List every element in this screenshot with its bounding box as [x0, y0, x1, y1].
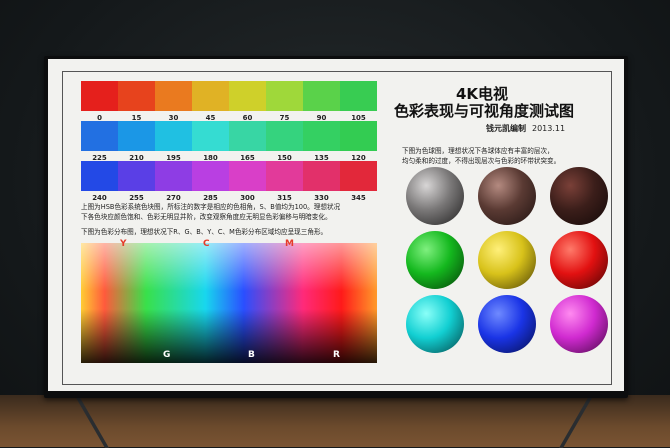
hue-swatch-105 — [340, 81, 377, 111]
color-sphere — [478, 295, 536, 353]
sphere-note-line-1: 下图为色球图，理想状况下各球体应有丰富的层次， — [402, 147, 554, 155]
hue-swatch-300 — [229, 161, 266, 191]
sphere-note-line-2: 均匀柔和的过度，不得出现层次与色彩的环带状突变。 — [402, 157, 561, 165]
color-sphere — [478, 231, 536, 289]
color-sphere — [406, 295, 464, 353]
hsb-note-line-1: 上图为HSB色彩系统色块图，所标注的数字是相应的色相角，S、B值均为100。理想… — [81, 203, 341, 211]
label-c: C — [203, 239, 210, 249]
color-distribution-map — [81, 243, 377, 363]
color-sphere — [550, 167, 608, 225]
distribution-note: 下图为色彩分布图，理想状况下R、G、B、Y、C、M色彩分布区域均应呈现三角形。 — [81, 228, 328, 236]
hue-swatch-165 — [229, 121, 266, 151]
color-sphere — [478, 167, 536, 225]
hue-swatch-285 — [192, 161, 229, 191]
hue-bar-row-3 — [81, 161, 377, 191]
hue-labels-row-3: 240 255 270 285 300 315 330 345 — [81, 194, 377, 202]
hue-label: 315 — [277, 194, 292, 202]
hue-swatch-120 — [340, 121, 377, 151]
hue-swatch-135 — [303, 121, 340, 151]
color-sphere — [406, 231, 464, 289]
tv-set: 0 15 30 45 60 75 90 105 225 210 195 180 165 150 135 12… — [44, 56, 628, 398]
hue-swatch-30 — [155, 81, 192, 111]
hue-label: 240 — [92, 194, 107, 202]
hue-swatch-315 — [266, 161, 303, 191]
hue-swatch-60 — [229, 81, 266, 111]
hue-swatch-150 — [266, 121, 303, 151]
hue-label: 300 — [240, 194, 255, 202]
label-y: Y — [120, 239, 127, 249]
hue-swatch-195 — [155, 121, 192, 151]
author: 钱元凯编制 — [486, 124, 526, 133]
label-r: R — [333, 350, 340, 360]
hue-swatch-240 — [81, 161, 118, 191]
chart-title-line-2: 色彩表现与可视角度测试图 — [394, 102, 575, 120]
hue-label: 270 — [166, 194, 181, 202]
label-g: G — [163, 350, 171, 360]
hue-bar-row-2 — [81, 121, 377, 151]
hue-swatch-0 — [81, 81, 118, 111]
hue-label: 255 — [129, 194, 144, 202]
hue-swatch-225 — [81, 121, 118, 151]
hue-bar-row-1 — [81, 81, 377, 111]
color-sphere — [550, 295, 608, 353]
hue-swatch-255 — [118, 161, 155, 191]
tv-screen: 0 15 30 45 60 75 90 105 225 210 195 180 165 150 135 12… — [48, 59, 624, 391]
color-sphere — [406, 167, 464, 225]
hue-label: 330 — [314, 194, 329, 202]
hue-swatch-270 — [155, 161, 192, 191]
hue-swatch-345 — [340, 161, 377, 191]
hue-swatch-90 — [303, 81, 340, 111]
hue-swatch-75 — [266, 81, 303, 111]
hue-swatch-330 — [303, 161, 340, 191]
label-m: M — [285, 239, 294, 249]
hue-swatch-15 — [118, 81, 155, 111]
label-b: B — [248, 350, 255, 360]
date: 2013.11 — [532, 124, 566, 133]
hue-swatch-180 — [192, 121, 229, 151]
hue-swatch-45 — [192, 81, 229, 111]
color-sphere — [550, 231, 608, 289]
hue-swatch-210 — [118, 121, 155, 151]
hue-label: 285 — [203, 194, 218, 202]
hsb-note-line-2: 下各色块应颜色饱和、色彩无明显并阶，改变观察角度应无明显色彩偏移与明暗变化。 — [81, 213, 332, 221]
hue-label: 345 — [351, 194, 366, 202]
